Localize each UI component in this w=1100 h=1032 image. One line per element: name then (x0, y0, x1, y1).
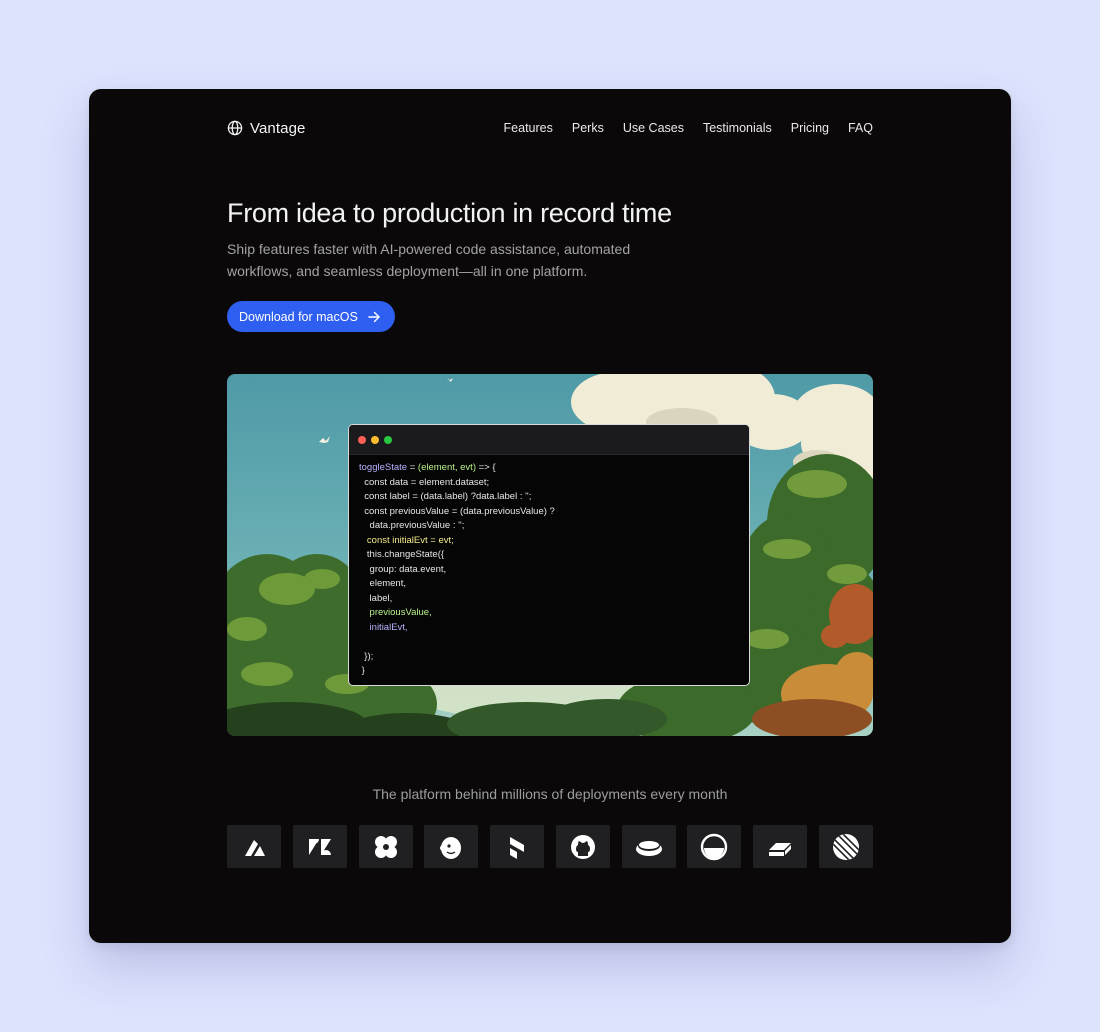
code-line: initialEvt, (359, 621, 749, 636)
half-circle-logo-icon (698, 831, 730, 863)
logo-tile (555, 825, 610, 868)
code-line: element, (359, 577, 749, 592)
code-token: const previousValue = (data.previousValu… (359, 505, 555, 517)
code-token: }); (359, 650, 374, 662)
code-line: toggleState = (element, evt) => { (359, 461, 749, 476)
page-content: Vantage Features Perks Use Cases Testimo… (227, 89, 873, 943)
brand[interactable]: Vantage (227, 120, 305, 137)
logo-tile (753, 825, 808, 868)
code-line: previousValue, (359, 606, 749, 621)
hero-image: toggleState = (element, evt) => { const … (227, 374, 873, 736)
download-button-label: Download for macOS (239, 309, 358, 324)
nav-link-testimonials[interactable]: Testimonials (703, 121, 772, 135)
code-line: const previousValue = (data.previousValu… (359, 505, 749, 520)
maximize-window-dot-icon[interactable] (384, 435, 392, 444)
code-token: const data = element.dataset; (359, 476, 490, 488)
code-token: group: data.event, (359, 563, 447, 575)
globe-icon (227, 120, 243, 136)
cube-stack-logo-icon (501, 831, 533, 863)
nav-link-use-cases[interactable]: Use Cases (623, 121, 684, 135)
download-macos-button[interactable]: Download for macOS (227, 301, 395, 332)
code-editor-titlebar (349, 425, 749, 455)
code-token: data.previousValue : ''; (359, 520, 465, 531)
logo-tile (292, 825, 347, 868)
four-petal-logo-icon (370, 831, 402, 863)
code-token: initialEvt, (359, 621, 408, 633)
logo-tile (687, 825, 742, 868)
logo-tile (818, 825, 873, 868)
code-token: } (359, 665, 365, 676)
striped-circle-logo-icon (830, 831, 862, 863)
github-logo-icon (567, 831, 599, 863)
code-token: = (407, 462, 418, 473)
code-token: const initialEvt = evt; (359, 534, 454, 546)
code-token: => { (475, 462, 496, 473)
code-token: const label = (data.label) ?data.label :… (359, 491, 532, 502)
code-line: data.previousValue : ''; (359, 519, 749, 534)
nav-link-features[interactable]: Features (504, 121, 553, 135)
abstract-triangle-logo-icon (238, 831, 270, 863)
nav-link-pricing[interactable]: Pricing (791, 121, 829, 135)
nav-link-perks[interactable]: Perks (572, 121, 604, 135)
code-line: const data = element.dataset; (359, 476, 749, 491)
code-token: label, (359, 592, 393, 604)
disc-logo-icon (633, 831, 665, 863)
logo-tile (621, 825, 676, 868)
logos-tagline: The platform behind millions of deployme… (372, 786, 728, 802)
code-line: label, (359, 592, 749, 607)
logo-tile (227, 825, 281, 868)
zendesk-logo-icon (304, 831, 336, 863)
code-token: previousValue, (359, 607, 432, 618)
code-line: } (359, 664, 749, 679)
code-line: const label = (data.label) ?data.label :… (359, 490, 749, 505)
code-editor-body: toggleState = (element, evt) => { const … (349, 455, 749, 679)
arrow-right-icon (367, 310, 381, 324)
nav-link-faq[interactable]: FAQ (848, 121, 873, 135)
hero-subtitle: Ship features faster with AI-powered cod… (227, 241, 631, 279)
code-line: }); (359, 650, 749, 665)
brand-name: Vantage (250, 119, 306, 137)
code-line: this.changeState({ (359, 548, 749, 563)
mailchimp-logo-icon (435, 831, 467, 863)
code-token: element, (359, 578, 406, 589)
app-window: Vantage Features Perks Use Cases Testimo… (89, 89, 1011, 943)
nav-links: Features Perks Use Cases Testimonials Pr… (485, 121, 873, 135)
code-line: group: data.event, (359, 563, 749, 578)
hero-headline: From idea to production in record time (227, 198, 672, 228)
code-editor-window: toggleState = (element, evt) => { const … (348, 424, 750, 686)
logo-tile (358, 825, 413, 868)
close-window-dot-icon[interactable] (358, 435, 366, 444)
top-nav: Vantage Features Perks Use Cases Testimo… (227, 117, 873, 139)
code-token: (element, evt) (417, 462, 476, 473)
logo-tile (490, 825, 545, 868)
stacked-slabs-logo-icon (764, 831, 796, 863)
customer-logo-row (227, 825, 873, 868)
minimize-window-dot-icon[interactable] (371, 435, 379, 444)
code-token: this.changeState({ (359, 549, 445, 560)
code-token: toggleState (359, 462, 408, 473)
logo-tile (424, 825, 479, 868)
code-line: const initialEvt = evt; (359, 534, 749, 549)
